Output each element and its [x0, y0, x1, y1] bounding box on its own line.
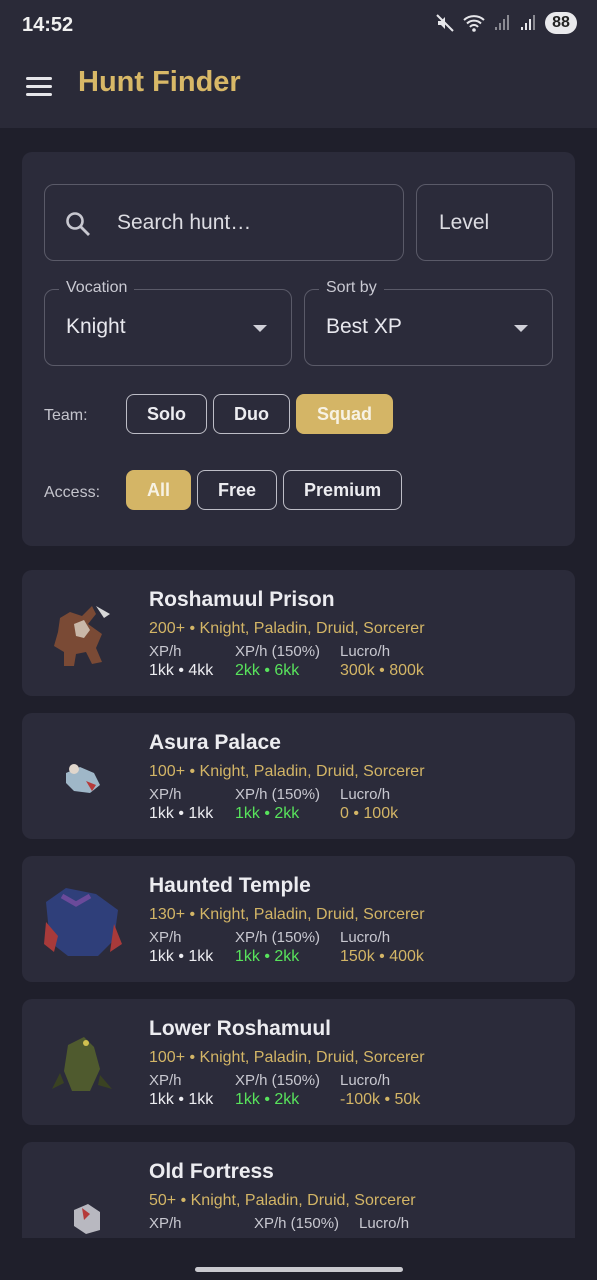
wifi-icon: [463, 15, 485, 32]
xp-value: 1kk • 4kk: [149, 662, 214, 679]
dropdown-arrow-icon: [253, 325, 267, 332]
creature-sprite-icon: [54, 606, 110, 666]
xp150-label: XP/h (150%): [235, 786, 321, 803]
profit-value: 300k • 800k: [340, 662, 424, 679]
hunt-card[interactable]: Asura Palace 100+ • Knight, Paladin, Dru…: [22, 713, 575, 839]
xp150-value: 1kk • 2kk: [235, 1091, 300, 1108]
profit-label: Lucro/h: [359, 1215, 410, 1232]
status-bar: 14:52 88: [0, 0, 597, 52]
xp150-stat: XP/h (150%): [254, 1215, 339, 1234]
hunt-card[interactable]: Haunted Temple 130+ • Knight, Paladin, D…: [22, 856, 575, 982]
profit-value: 0 • 100k: [340, 805, 399, 822]
xp-stat: XP/h 1kk • 1kk: [149, 1072, 213, 1109]
search-icon: [66, 212, 90, 236]
hunt-subtitle: 200+ • Knight, Paladin, Druid, Sorcerer: [149, 620, 425, 637]
chip-team-duo[interactable]: Duo: [213, 394, 290, 434]
sort-value: Best XP: [326, 315, 402, 338]
hunt-card[interactable]: Roshamuul Prison 200+ • Knight, Paladin,…: [22, 570, 575, 696]
hunt-name: Haunted Temple: [149, 874, 311, 897]
mute-icon: [436, 14, 454, 32]
hunt-name: Roshamuul Prison: [149, 588, 335, 611]
nav-bar-area: [0, 1238, 597, 1280]
profit-label: Lucro/h: [340, 1072, 391, 1089]
xp-label: XP/h: [149, 786, 182, 803]
xp-stat: XP/h 1kk • 4kk: [149, 643, 213, 680]
profit-value: 150k • 400k: [340, 948, 424, 965]
status-time: 14:52: [22, 14, 74, 36]
xp150-label: XP/h (150%): [235, 1072, 321, 1089]
xp150-value: 1kk • 2kk: [235, 948, 300, 965]
profit-label: Lucro/h: [340, 929, 391, 946]
battery-indicator: 88: [545, 12, 577, 34]
chip-access-free[interactable]: Free: [197, 470, 278, 510]
status-icons: 88: [435, 12, 577, 34]
menu-icon[interactable]: [26, 77, 52, 97]
xp150-stat: XP/h (150%) 2kk • 6kk: [235, 643, 320, 680]
profit-stat: Lucro/h -100k • 50k: [340, 1072, 420, 1109]
xp-stat: XP/h 1kk • 1kk: [149, 786, 213, 823]
sort-label: Sort by: [319, 279, 384, 297]
hunt-name: Lower Roshamuul: [149, 1017, 332, 1040]
profit-label: Lucro/h: [340, 786, 391, 803]
hunt-name: Asura Palace: [149, 731, 281, 754]
profit-value: -100k • 50k: [340, 1091, 421, 1108]
profit-label: Lucro/h: [340, 643, 391, 660]
profit-stat: Lucro/h 0 • 100k: [340, 786, 398, 823]
access-label: Access:: [44, 484, 101, 501]
app-title: Hunt Finder: [78, 66, 241, 98]
team-chips: Solo Duo Squad: [126, 394, 394, 434]
xp-label: XP/h: [149, 1215, 182, 1232]
dropdown-arrow-icon: [514, 325, 528, 332]
creature-sprite-icon: [44, 888, 122, 956]
xp150-stat: XP/h (150%) 1kk • 2kk: [235, 929, 320, 966]
home-indicator[interactable]: [195, 1267, 403, 1272]
xp150-stat: XP/h (150%) 1kk • 2kk: [235, 1072, 320, 1109]
hunt-subtitle: 100+ • Knight, Paladin, Druid, Sorcerer: [149, 1049, 425, 1066]
filter-card: Vocation Knight Sort by Best XP Team: So…: [22, 152, 575, 546]
search-input[interactable]: [115, 185, 389, 261]
xp150-value: 2kk • 6kk: [235, 662, 300, 679]
access-chips: All Free Premium: [126, 470, 403, 510]
creature-sprite-icon: [66, 764, 100, 793]
app-bar: Hunt Finder: [0, 52, 597, 128]
profit-stat: Lucro/h: [359, 1215, 409, 1234]
xp150-value: 1kk • 2kk: [235, 805, 300, 822]
profit-stat: Lucro/h 150k • 400k: [340, 929, 424, 966]
chip-team-solo[interactable]: Solo: [126, 394, 207, 434]
xp150-label: XP/h (150%): [254, 1215, 340, 1232]
level-input[interactable]: [437, 185, 541, 261]
hunt-card[interactable]: Lower Roshamuul 100+ • Knight, Paladin, …: [22, 999, 575, 1125]
xp150-label: XP/h (150%): [235, 643, 321, 660]
xp-stat: XP/h 1kk • 1kk: [149, 929, 213, 966]
hunt-name: Old Fortress: [149, 1160, 274, 1183]
signal-icon-2: [521, 15, 535, 30]
vocation-select[interactable]: Vocation Knight: [44, 279, 292, 366]
xp-stat: XP/h: [149, 1215, 182, 1234]
chip-team-squad[interactable]: Squad: [296, 394, 394, 434]
chip-access-all[interactable]: All: [126, 470, 192, 510]
vocation-value: Knight: [66, 315, 126, 338]
xp150-stat: XP/h (150%) 1kk • 2kk: [235, 786, 320, 823]
vocation-label: Vocation: [59, 279, 135, 297]
creature-sprite-icon: [52, 1037, 112, 1091]
xp-label: XP/h: [149, 643, 182, 660]
xp150-label: XP/h (150%): [235, 929, 321, 946]
xp-value: 1kk • 1kk: [149, 1091, 214, 1108]
xp-value: 1kk • 1kk: [149, 805, 214, 822]
hunt-subtitle: 130+ • Knight, Paladin, Druid, Sorcerer: [149, 906, 425, 923]
team-label: Team:: [44, 407, 88, 424]
sort-select[interactable]: Sort by Best XP: [304, 279, 553, 366]
hunt-subtitle: 50+ • Knight, Paladin, Druid, Sorcerer: [149, 1192, 416, 1209]
profit-stat: Lucro/h 300k • 800k: [340, 643, 424, 680]
chip-access-premium[interactable]: Premium: [283, 470, 403, 510]
xp-label: XP/h: [149, 1072, 182, 1089]
xp-value: 1kk • 1kk: [149, 948, 214, 965]
xp-label: XP/h: [149, 929, 182, 946]
signal-icon: [495, 15, 509, 30]
creature-sprite-icon: [74, 1204, 100, 1234]
level-field[interactable]: [416, 184, 553, 261]
hunt-subtitle: 100+ • Knight, Paladin, Druid, Sorcerer: [149, 763, 425, 780]
search-field[interactable]: [44, 184, 404, 261]
